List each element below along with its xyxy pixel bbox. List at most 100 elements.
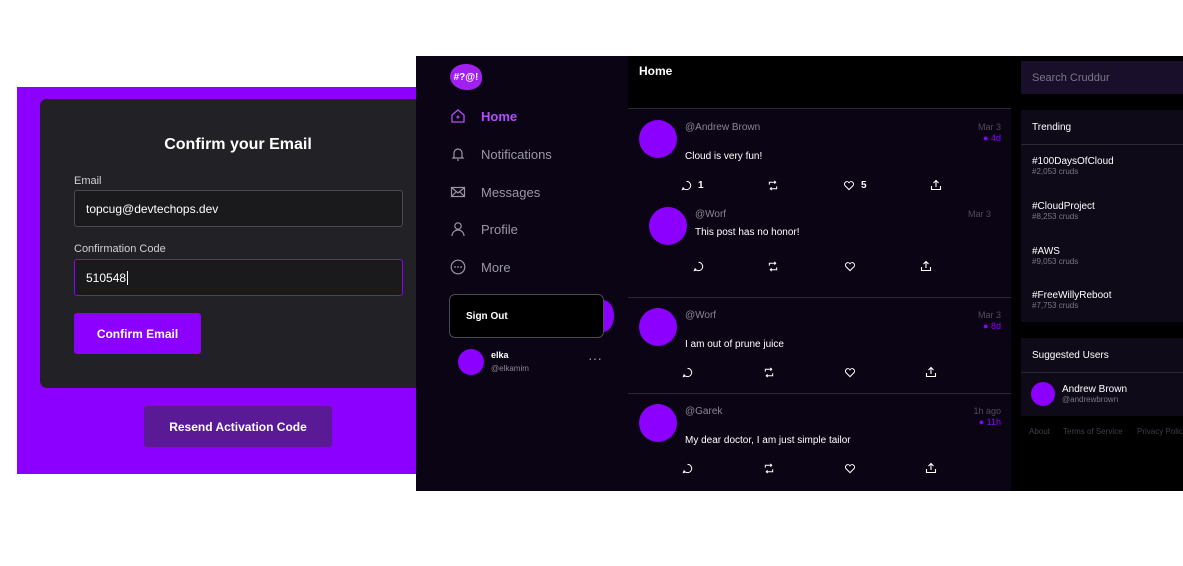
trending-count: #8,253 cruds bbox=[1032, 212, 1079, 221]
confirmation-code-value: 510548 bbox=[86, 270, 127, 285]
repost-icon bbox=[764, 463, 774, 473]
share-action[interactable] bbox=[925, 365, 955, 379]
avatar[interactable] bbox=[639, 404, 677, 442]
search-input[interactable]: Search Cruddur bbox=[1021, 61, 1183, 94]
page-title: Home bbox=[639, 64, 673, 78]
nav-item-profile[interactable]: Profile bbox=[450, 217, 518, 241]
share-action[interactable] bbox=[930, 178, 960, 192]
like-action[interactable] bbox=[844, 365, 874, 379]
flame-icon: ● bbox=[978, 417, 987, 427]
footer-link-privacy[interactable]: Privacy Policy bbox=[1137, 427, 1183, 436]
suggested-user-handle: @andrewbrown bbox=[1062, 395, 1119, 404]
profile-name: elka bbox=[491, 350, 509, 360]
avatar[interactable] bbox=[639, 308, 677, 346]
trending-item[interactable]: #100DaysOfCloud #2,053 cruds bbox=[1032, 156, 1114, 176]
nav-item-more[interactable]: More bbox=[450, 255, 511, 279]
reply-icon bbox=[681, 180, 692, 190]
user-icon bbox=[450, 221, 466, 237]
home-icon bbox=[450, 108, 466, 124]
heart-icon bbox=[844, 463, 856, 473]
share-action[interactable] bbox=[925, 461, 955, 475]
bell-icon bbox=[450, 146, 466, 162]
repost-action[interactable] bbox=[767, 178, 797, 192]
email-field[interactable]: topcug@devtechops.dev bbox=[74, 190, 403, 227]
flame-icon: ● bbox=[983, 321, 991, 331]
sign-out-button[interactable]: Sign Out bbox=[449, 294, 604, 338]
reply-action[interactable] bbox=[682, 365, 712, 379]
nav-item-home[interactable]: Home bbox=[450, 104, 517, 128]
like-action[interactable]: 5 bbox=[843, 178, 873, 192]
confirmation-code-field[interactable]: 510548 bbox=[74, 259, 403, 296]
post-divider bbox=[628, 297, 1011, 298]
home-feed: Home @Andrew Brown Mar 3 ● 4d Cloud is v… bbox=[628, 56, 1011, 491]
profile-more-button[interactable]: ··· bbox=[588, 350, 602, 366]
repost-action[interactable] bbox=[763, 365, 793, 379]
footer-link-terms[interactable]: Terms of Service bbox=[1063, 427, 1123, 436]
post-time-ago-value: 11h bbox=[986, 417, 1001, 427]
share-action[interactable] bbox=[920, 259, 950, 273]
post-time-posted: 1h ago bbox=[973, 406, 1001, 416]
trending-tag: #CloudProject bbox=[1032, 201, 1095, 212]
share-icon bbox=[925, 462, 937, 474]
nav-label-profile: Profile bbox=[481, 221, 518, 237]
post-time-ago-value: 8d bbox=[990, 321, 1001, 331]
text-cursor bbox=[127, 270, 129, 285]
repost-action[interactable] bbox=[763, 461, 793, 475]
email-label: Email bbox=[74, 175, 102, 187]
cruddur-logo[interactable]: #?@! bbox=[450, 64, 482, 90]
trending-tag: #AWS bbox=[1032, 246, 1060, 257]
more-circle-icon bbox=[450, 259, 466, 275]
feed-header bbox=[628, 56, 1011, 109]
post-message: My dear doctor, I am just simple tailor bbox=[685, 435, 851, 446]
profile-handle: @elkamim bbox=[491, 364, 529, 373]
like-action[interactable] bbox=[844, 259, 874, 273]
post-time-posted: Mar 3 bbox=[977, 122, 1001, 132]
repost-action[interactable] bbox=[767, 259, 797, 273]
heart-icon bbox=[844, 367, 856, 377]
reply-icon bbox=[682, 463, 693, 473]
trending-item[interactable]: #AWS #9,053 cruds bbox=[1032, 246, 1078, 266]
post-handle[interactable]: @Andrew Brown bbox=[685, 122, 760, 133]
avatar[interactable] bbox=[1031, 382, 1055, 406]
post-divider bbox=[628, 393, 1011, 394]
trending-tag: #FreeWillyReboot bbox=[1032, 290, 1112, 301]
sidebar: #?@! Home Notifications Messages Profile bbox=[416, 56, 628, 491]
trending-item[interactable]: #FreeWillyReboot #7,753 cruds bbox=[1032, 290, 1111, 310]
post-time-ago: ● 8d bbox=[958, 321, 1001, 331]
confirm-email-button[interactable]: Confirm Email bbox=[74, 313, 201, 354]
resend-activation-code-button[interactable]: Resend Activation Code bbox=[144, 406, 332, 447]
post-handle[interactable]: @Worf bbox=[695, 209, 726, 220]
share-icon bbox=[920, 260, 932, 272]
mail-icon bbox=[450, 184, 466, 200]
avatar[interactable] bbox=[649, 207, 687, 245]
divider bbox=[1021, 372, 1183, 373]
suggested-users-title: Suggested Users bbox=[1032, 350, 1109, 361]
avatar[interactable] bbox=[639, 120, 677, 158]
reply-icon bbox=[693, 261, 704, 271]
nav-item-messages[interactable]: Messages bbox=[450, 180, 540, 204]
trending-item[interactable]: #CloudProject #8,253 cruds bbox=[1032, 201, 1095, 221]
right-column: Search Cruddur Trending #100DaysOfCloud … bbox=[1012, 56, 1183, 491]
reply-action[interactable] bbox=[693, 259, 723, 273]
nav-item-notifications[interactable]: Notifications bbox=[450, 142, 552, 166]
suggested-user[interactable]: Andrew Brown @andrewbrown bbox=[1062, 384, 1127, 404]
avatar[interactable] bbox=[458, 349, 484, 375]
post-handle[interactable]: @Garek bbox=[685, 406, 722, 417]
post-time-ago-value: 4d bbox=[990, 133, 1001, 143]
confirmation-code-label: Confirmation Code bbox=[74, 243, 166, 255]
share-icon bbox=[930, 179, 942, 191]
reply-action[interactable] bbox=[682, 461, 712, 475]
footer-link-about[interactable]: About bbox=[1029, 427, 1050, 436]
confirm-email-title: Confirm your Email bbox=[164, 136, 312, 153]
trending-count: #9,053 cruds bbox=[1032, 257, 1079, 266]
reply-icon bbox=[682, 367, 693, 377]
post-handle[interactable]: @Worf bbox=[685, 310, 716, 321]
trending-count: #2,053 cruds bbox=[1032, 167, 1079, 176]
reply-action[interactable]: 1 bbox=[681, 178, 711, 192]
suggested-user-name: Andrew Brown bbox=[1062, 384, 1128, 395]
nav-label-home: Home bbox=[481, 108, 518, 124]
like-action[interactable] bbox=[844, 461, 874, 475]
flame-icon: ● bbox=[983, 133, 991, 143]
post-time-posted: Mar 3 bbox=[967, 209, 991, 219]
post-message: Cloud is very fun! bbox=[685, 151, 763, 162]
